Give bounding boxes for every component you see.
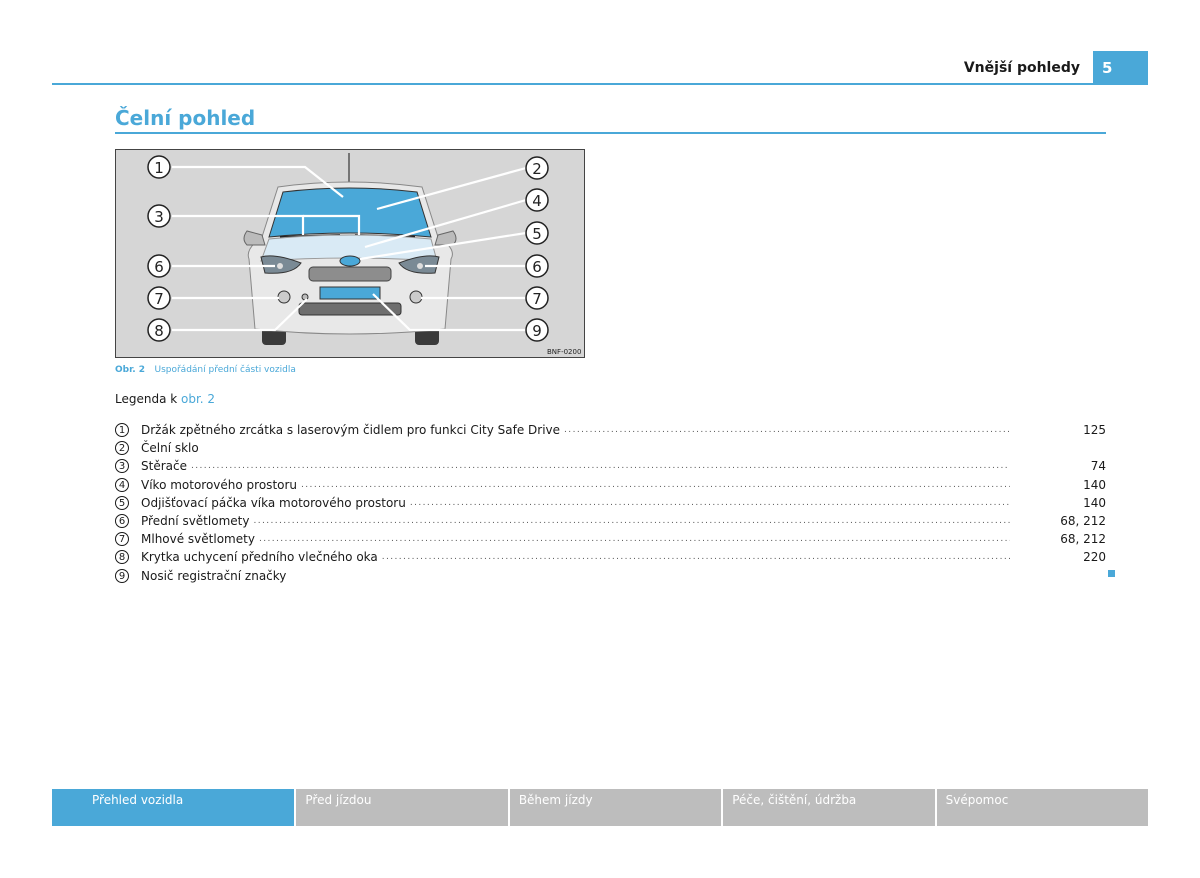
header-rule — [52, 83, 1148, 85]
page-number: 5 — [1093, 51, 1148, 84]
legend-intro-text: Legenda k — [115, 392, 182, 406]
footer-tab[interactable]: Svépomoc — [936, 789, 1149, 826]
legend-item: 7 Mlhové světlomety......................… — [115, 530, 1106, 548]
figure-link[interactable]: obr. 2 — [181, 392, 215, 406]
legend-item-page[interactable]: 140 — [1036, 494, 1106, 512]
svg-text:1: 1 — [154, 159, 164, 177]
legend-item-number: 2 — [115, 441, 129, 456]
legend-item-label: Odjišťovací páčka víka motorového prosto… — [141, 495, 406, 510]
legend-item-page[interactable]: 74 — [1036, 457, 1106, 475]
section-end-marker — [1108, 570, 1115, 577]
legend-item-label: Čelní sklo — [141, 441, 199, 456]
figure-code: BNF-0200 — [547, 348, 581, 356]
legend-item: 2 Čelní sklo — [115, 439, 1106, 457]
svg-text:7: 7 — [532, 290, 542, 308]
callout-6: 6 — [147, 254, 171, 278]
legend-intro: Legenda k obr. 2 — [115, 392, 215, 406]
section-title: Čelní pohled — [115, 106, 256, 130]
footer-tab[interactable]: Před jízdou — [296, 789, 508, 826]
callout-3: 3 — [147, 204, 171, 228]
caption-label: Obr. 2 — [115, 365, 146, 375]
legend-item: 9 Nosič registrační značky — [115, 567, 1106, 585]
svg-text:7: 7 — [154, 290, 164, 308]
legend-item-number: 8 — [115, 550, 129, 565]
legend-item-number: 6 — [115, 514, 129, 529]
running-header-title: Vnější pohledy — [963, 60, 1080, 76]
callout-4: 4 — [525, 188, 549, 212]
legend-item-label: Mlhové světlomety — [141, 532, 255, 547]
leader-dots: ........................................… — [253, 516, 1010, 527]
car-front-illustration: 1 2 3 4 5 6 6 7 7 8 9 BNF-0200 — [115, 149, 585, 358]
legend-item-page[interactable]: 68, 212 — [1036, 512, 1106, 530]
legend-item-number: 9 — [115, 568, 129, 583]
footer-tab[interactable]: Péče, čištění, údržba — [723, 789, 935, 826]
callout-7: 7 — [525, 286, 549, 310]
car-front-figure: 1 2 3 4 5 6 6 7 7 8 9 BNF-0200 — [115, 149, 585, 358]
legend-item-label: Nosič registrační značky — [141, 568, 287, 583]
footer-tabs: Přehled vozidla Před jízdou Během jízdy Péč… — [52, 789, 1149, 826]
leader-dots: ........................................… — [564, 425, 1010, 436]
legend-item-page[interactable]: 68, 212 — [1036, 530, 1106, 548]
callout-9: 9 — [525, 318, 549, 342]
legend-item-label: Držák zpětného zrcátka s laserovým čidle… — [141, 423, 561, 438]
section-rule — [115, 132, 1106, 134]
callout-2: 2 — [525, 156, 549, 180]
footer-tab[interactable]: Přehled vozidla — [52, 789, 295, 826]
legend-item-page[interactable]: 125 — [1036, 421, 1106, 439]
leader-dots: ........................................… — [409, 497, 1010, 508]
legend-item-number: 5 — [115, 495, 129, 510]
svg-text:6: 6 — [532, 258, 542, 276]
legend-item-number: 4 — [115, 477, 129, 492]
legend-item-number: 7 — [115, 532, 129, 547]
legend-item-page[interactable]: 140 — [1036, 476, 1106, 494]
leader-dots: ........................................… — [258, 534, 1010, 545]
legend-list: 1 Držák zpětného zrcátka s laserovým čidl… — [115, 421, 1106, 585]
legend-item: 3 Stěrače................................… — [115, 457, 1106, 475]
legend-item: 4 Víko motorového prostoru...............… — [115, 476, 1106, 494]
callout-8: 8 — [147, 318, 171, 342]
caption-text: Uspořádání přední části vozidla — [154, 365, 296, 375]
legend-item-label: Krytka uchycení předního vlečného oka — [141, 550, 378, 565]
legend-item-label: Víko motorového prostoru — [141, 477, 298, 492]
footer-tab[interactable]: Během jízdy — [509, 789, 722, 826]
svg-text:5: 5 — [532, 225, 542, 243]
legend-item-page[interactable]: 220 — [1036, 548, 1106, 566]
legend-item: 8 Krytka uchycení předního vlečného oka..… — [115, 548, 1106, 566]
legend-item-label: Stěrače — [141, 459, 187, 474]
svg-text:3: 3 — [154, 208, 164, 226]
legend-item: 5 Odjišťovací páčka víka motorového prost… — [115, 494, 1106, 512]
callout-5: 5 — [525, 221, 549, 245]
leader-dots: ........................................… — [381, 552, 1010, 563]
leader-dots: ........................................… — [190, 461, 1010, 472]
callout-7: 7 — [147, 286, 171, 310]
legend-item-number: 3 — [115, 459, 129, 474]
legend-item-number: 1 — [115, 423, 129, 438]
legend-item: 1 Držák zpětného zrcátka s laserovým čidl… — [115, 421, 1106, 439]
legend-item-label: Přední světlomety — [141, 514, 250, 529]
svg-text:2: 2 — [532, 160, 542, 178]
svg-text:9: 9 — [532, 322, 542, 340]
callout-6: 6 — [525, 254, 549, 278]
figure-caption: Obr. 2 Uspořádání přední části vozidla — [115, 365, 296, 375]
svg-text:8: 8 — [154, 322, 164, 340]
svg-text:4: 4 — [532, 192, 542, 210]
svg-text:6: 6 — [154, 258, 164, 276]
legend-item: 6 Přední světlomety......................… — [115, 512, 1106, 530]
leader-dots: ........................................… — [301, 479, 1010, 490]
callout-1: 1 — [147, 155, 171, 179]
